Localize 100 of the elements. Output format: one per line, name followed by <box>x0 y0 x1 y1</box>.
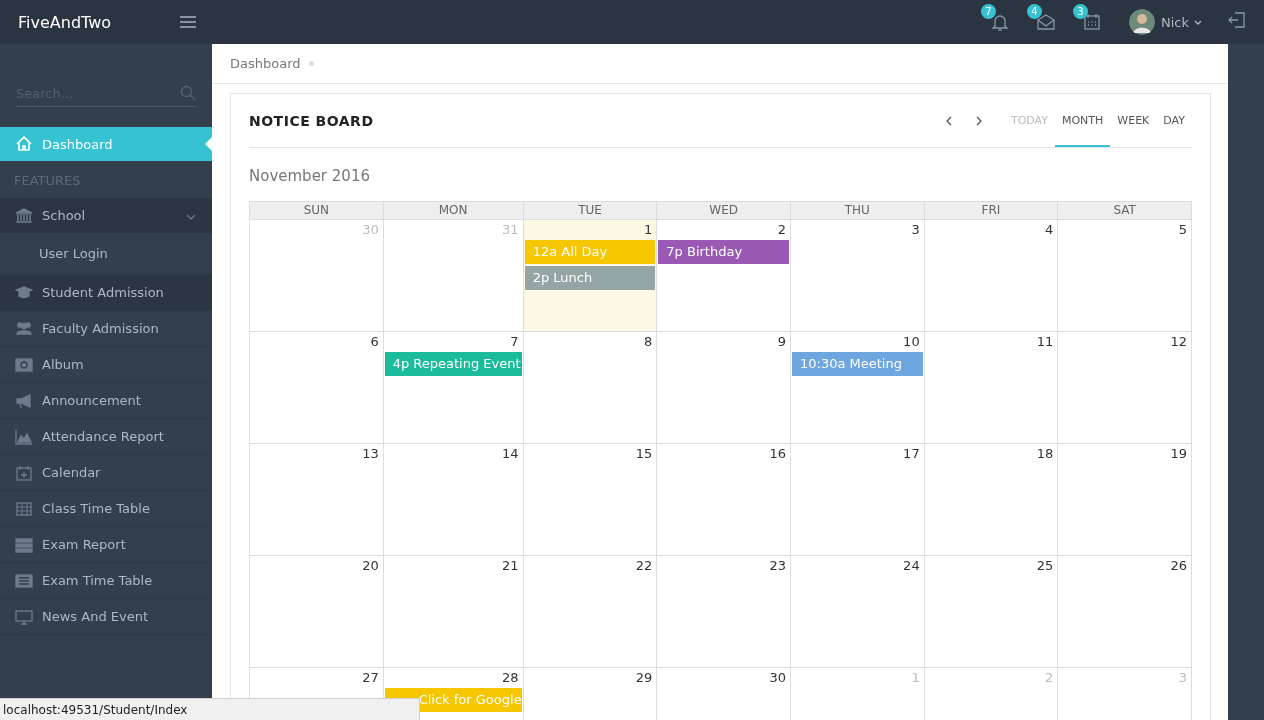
calendar-event[interactable]: 7p Birthday <box>658 240 789 264</box>
day-number: 3 <box>910 221 921 237</box>
menu-group[interactable]: School <box>0 198 212 233</box>
day-number: 1 <box>643 221 654 237</box>
user-menu[interactable]: Nick <box>1161 14 1202 30</box>
menu-item[interactable]: Class Time Table <box>0 491 212 527</box>
day-cell[interactable]: 15 <box>523 444 658 556</box>
brand-name[interactable]: FiveAndTwo <box>0 12 168 32</box>
day-number: 30 <box>361 221 380 237</box>
day-cell[interactable]: 14 <box>383 444 524 556</box>
day-number: 2 <box>1044 669 1055 685</box>
day-cell[interactable]: 6 <box>250 332 384 444</box>
weekday-header: SUN <box>250 202 384 220</box>
menu-item[interactable]: Student Admission <box>0 275 212 311</box>
day-number: 27 <box>361 669 380 685</box>
day-number: 31 <box>501 221 520 237</box>
area-chart-icon <box>15 427 33 446</box>
day-number: 24 <box>902 557 921 573</box>
chevron-left-icon <box>945 115 952 126</box>
day-number: 1 <box>910 669 921 685</box>
bell-icon[interactable] <box>990 12 1010 32</box>
count-badge: 7 <box>981 4 996 19</box>
menu-item[interactable]: Announcement <box>0 383 212 419</box>
day-cell[interactable]: 21 <box>383 556 524 668</box>
day-cell[interactable]: 8 <box>523 332 658 444</box>
weekday-header: THU <box>791 202 925 220</box>
day-number: 18 <box>1035 445 1055 461</box>
day-cell[interactable]: 9 <box>657 332 791 444</box>
day-cell[interactable]: 11 <box>924 332 1059 444</box>
day-number: 8 <box>643 333 654 349</box>
weekday-header: SAT <box>1058 202 1192 220</box>
envelope-icon[interactable] <box>1036 12 1056 32</box>
day-cell[interactable]: 22 <box>523 556 658 668</box>
day-cell[interactable]: 2 7p Birthday <box>657 220 791 332</box>
day-cell[interactable]: 20 <box>250 556 384 668</box>
day-number: 16 <box>768 445 787 461</box>
day-cell[interactable]: 13 <box>250 444 384 556</box>
breadcrumb-item[interactable]: Dashboard <box>230 56 301 71</box>
month-title: November 2016 <box>249 167 371 185</box>
day-cell[interactable]: 4 <box>924 220 1059 332</box>
count-badge: 4 <box>1027 4 1042 19</box>
day-cell[interactable]: 17 <box>791 444 925 556</box>
day-number: 23 <box>768 557 787 573</box>
day-number: 26 <box>1169 557 1188 573</box>
day-number: 19 <box>1169 445 1188 461</box>
day-number: 22 <box>634 557 654 573</box>
day-number: 17 <box>902 445 921 461</box>
day-number: 10 <box>902 333 921 349</box>
caret-icon <box>1194 19 1202 25</box>
menu-item[interactable]: Faculty Admission <box>0 311 212 347</box>
menu-item[interactable]: Attendance Report <box>0 419 212 455</box>
logout-icon[interactable] <box>1228 11 1246 29</box>
view-tab[interactable]: MONTH <box>1054 95 1111 147</box>
day-cell[interactable]: 19 <box>1058 444 1192 556</box>
weekday-header: WED <box>657 202 791 220</box>
day-cell[interactable]: 25 <box>924 556 1059 668</box>
day-cell[interactable]: 16 <box>657 444 791 556</box>
day-cell[interactable]: 3 <box>791 220 925 332</box>
day-number: 25 <box>1035 557 1055 573</box>
list-icon <box>15 571 33 590</box>
group-icon <box>15 319 33 338</box>
day-number: 5 <box>1177 221 1188 237</box>
day-number: 15 <box>634 445 654 461</box>
day-cell[interactable]: 26 <box>1058 556 1192 668</box>
day-number: 11 <box>1035 333 1055 349</box>
day-number: 9 <box>776 333 787 349</box>
day-number: 3 <box>1177 669 1188 685</box>
weekday-header: FRI <box>924 202 1059 220</box>
day-number: 13 <box>361 445 380 461</box>
menu-icon[interactable] <box>180 15 196 28</box>
menu-item[interactable]: News And Event <box>0 599 212 635</box>
list-icon <box>15 535 33 554</box>
day-number: 20 <box>361 557 380 573</box>
day-number: 29 <box>634 669 654 685</box>
day-number: 7 <box>509 333 520 349</box>
day-cell[interactable]: 7 4p Repeating Event <box>383 332 524 444</box>
home-icon <box>15 135 33 153</box>
weekday-header: TUE <box>523 202 658 220</box>
day-number: 4 <box>1044 221 1055 237</box>
day-number: 28 <box>501 669 520 685</box>
menu-item[interactable]: Calendar <box>0 455 212 491</box>
day-cell[interactable]: 5 <box>1058 220 1192 332</box>
day-number: 6 <box>369 333 380 349</box>
menu-item[interactable]: Exam Time Table <box>0 563 212 599</box>
card-title: NOTICE BOARD <box>249 112 375 129</box>
view-tab[interactable]: DAY <box>1156 95 1192 147</box>
day-cell[interactable]: 10 10:30a Meeting <box>791 332 925 444</box>
day-cell[interactable]: 18 <box>924 444 1059 556</box>
day-cell[interactable]: 24 <box>791 556 925 668</box>
day-number: 14 <box>501 445 520 461</box>
day-cell[interactable]: 23 <box>657 556 791 668</box>
calendar-icon[interactable] <box>1082 12 1102 32</box>
menu-item[interactable]: Album <box>0 347 212 383</box>
megaphone-icon <box>15 391 33 410</box>
day-number: 2 <box>776 221 787 237</box>
url-tooltip: localhost:49531/Student/Index <box>0 698 420 720</box>
view-tab[interactable]: WEEK <box>1110 95 1157 147</box>
day-cell[interactable]: 12 <box>1058 332 1192 444</box>
search-icon <box>180 85 196 101</box>
menu-item[interactable]: Exam Report <box>0 527 212 563</box>
